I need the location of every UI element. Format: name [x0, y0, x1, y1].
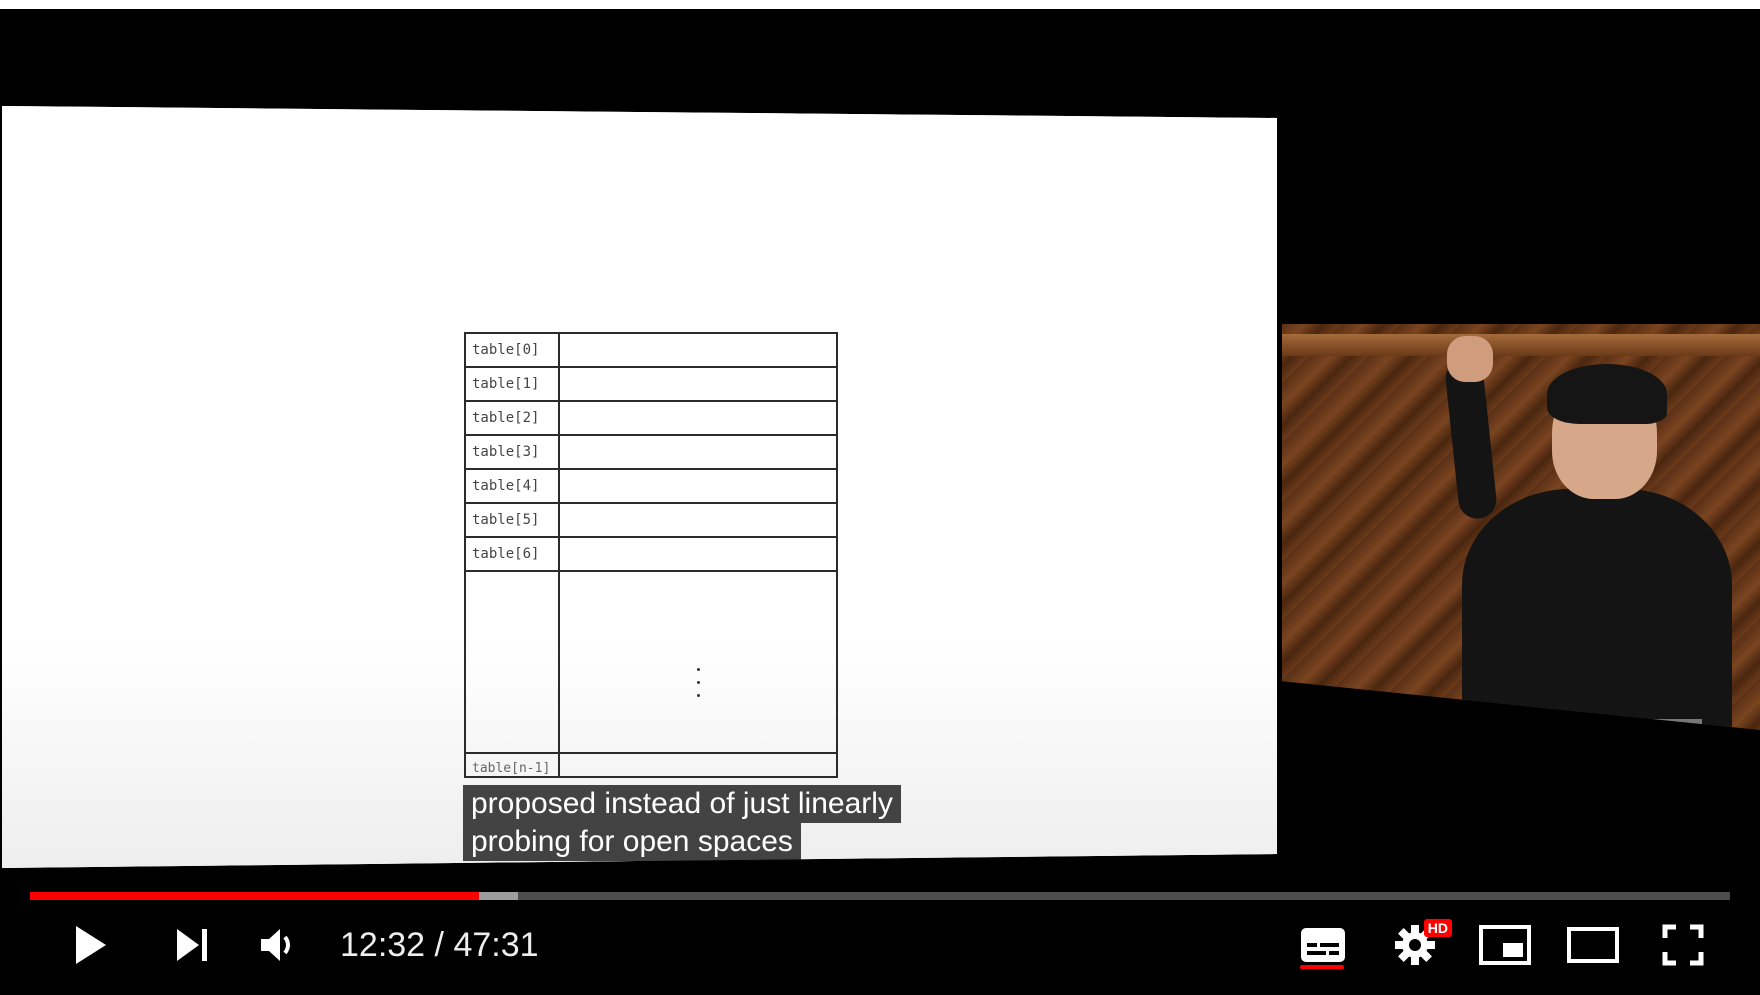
- table-row-last: table[n-1]: [464, 752, 838, 778]
- lecture-slide: table[0] table[1] table[2] table[3] tabl…: [2, 106, 1277, 868]
- next-icon: [177, 929, 207, 961]
- row-value-cell: [558, 400, 838, 436]
- caption-line: probing for open spaces: [463, 823, 801, 861]
- miniplayer-button[interactable]: [1474, 917, 1536, 973]
- row-value-cell: [558, 434, 838, 470]
- theater-mode-button[interactable]: [1562, 917, 1624, 973]
- volume-button[interactable]: [248, 917, 308, 973]
- row-index-label: table[5]: [464, 502, 560, 538]
- laptop: [1522, 719, 1702, 729]
- table-row: table[5]: [464, 502, 838, 538]
- hash-table-diagram: table[0] table[1] table[2] table[3] tabl…: [464, 332, 838, 778]
- caption-line: proposed instead of just linearly: [463, 785, 901, 823]
- wood-rail: [1282, 334, 1760, 356]
- fullscreen-button[interactable]: [1652, 917, 1714, 973]
- subtitles-button[interactable]: [1292, 917, 1354, 973]
- gap-value-cell: [558, 570, 838, 754]
- settings-button[interactable]: HD: [1384, 917, 1452, 973]
- row-index-label: table[n-1]: [464, 752, 560, 778]
- gap-index-cell: [464, 570, 560, 754]
- volume-icon: [261, 929, 290, 961]
- table-row: table[3]: [464, 434, 838, 470]
- hd-badge: HD: [1423, 919, 1452, 937]
- speaker-hand: [1447, 336, 1493, 382]
- current-time: 12:32: [340, 925, 426, 964]
- video-player[interactable]: table[0] table[1] table[2] table[3] tabl…: [0, 9, 1760, 995]
- row-index-label: table[4]: [464, 468, 560, 504]
- row-index-label: table[3]: [464, 434, 560, 470]
- time-display: 12:32 / 47:31: [340, 917, 539, 973]
- row-value-cell: [558, 468, 838, 504]
- table-row: table[6]: [464, 536, 838, 572]
- vertical-ellipsis: [560, 628, 836, 697]
- row-value-cell: [558, 366, 838, 402]
- speaker-hair: [1547, 364, 1667, 424]
- subtitles-icon: [1301, 928, 1345, 962]
- table-row: table[1]: [464, 366, 838, 402]
- theater-mode-icon: [1567, 927, 1619, 963]
- play-button[interactable]: [60, 917, 120, 973]
- progress-bar[interactable]: [30, 892, 1730, 900]
- speaker-body: [1462, 489, 1732, 729]
- row-index-label: table[1]: [464, 366, 560, 402]
- row-index-label: table[6]: [464, 536, 560, 572]
- table-row: table[2]: [464, 400, 838, 436]
- time-separator: /: [425, 925, 454, 964]
- table-row: table[0]: [464, 332, 838, 368]
- speaker-video-inset: [1282, 324, 1760, 730]
- row-value-cell: [558, 332, 838, 368]
- row-value-cell: [558, 536, 838, 572]
- next-button[interactable]: [162, 917, 222, 973]
- row-index-label: table[2]: [464, 400, 560, 436]
- table-row: table[4]: [464, 468, 838, 504]
- player-controls: 12:32 / 47:31 HD: [0, 905, 1760, 986]
- row-value-cell: [558, 752, 838, 778]
- play-icon: [76, 926, 106, 964]
- table-gap-row: [464, 570, 838, 754]
- fullscreen-icon: [1662, 924, 1704, 966]
- row-index-label: table[0]: [464, 332, 560, 368]
- subtitles-active-indicator: [1300, 965, 1344, 969]
- row-value-cell: [558, 502, 838, 538]
- duration: 47:31: [453, 925, 539, 964]
- played-bar: [30, 892, 479, 900]
- miniplayer-icon: [1479, 925, 1531, 965]
- captions: proposed instead of just linearly probin…: [463, 785, 901, 861]
